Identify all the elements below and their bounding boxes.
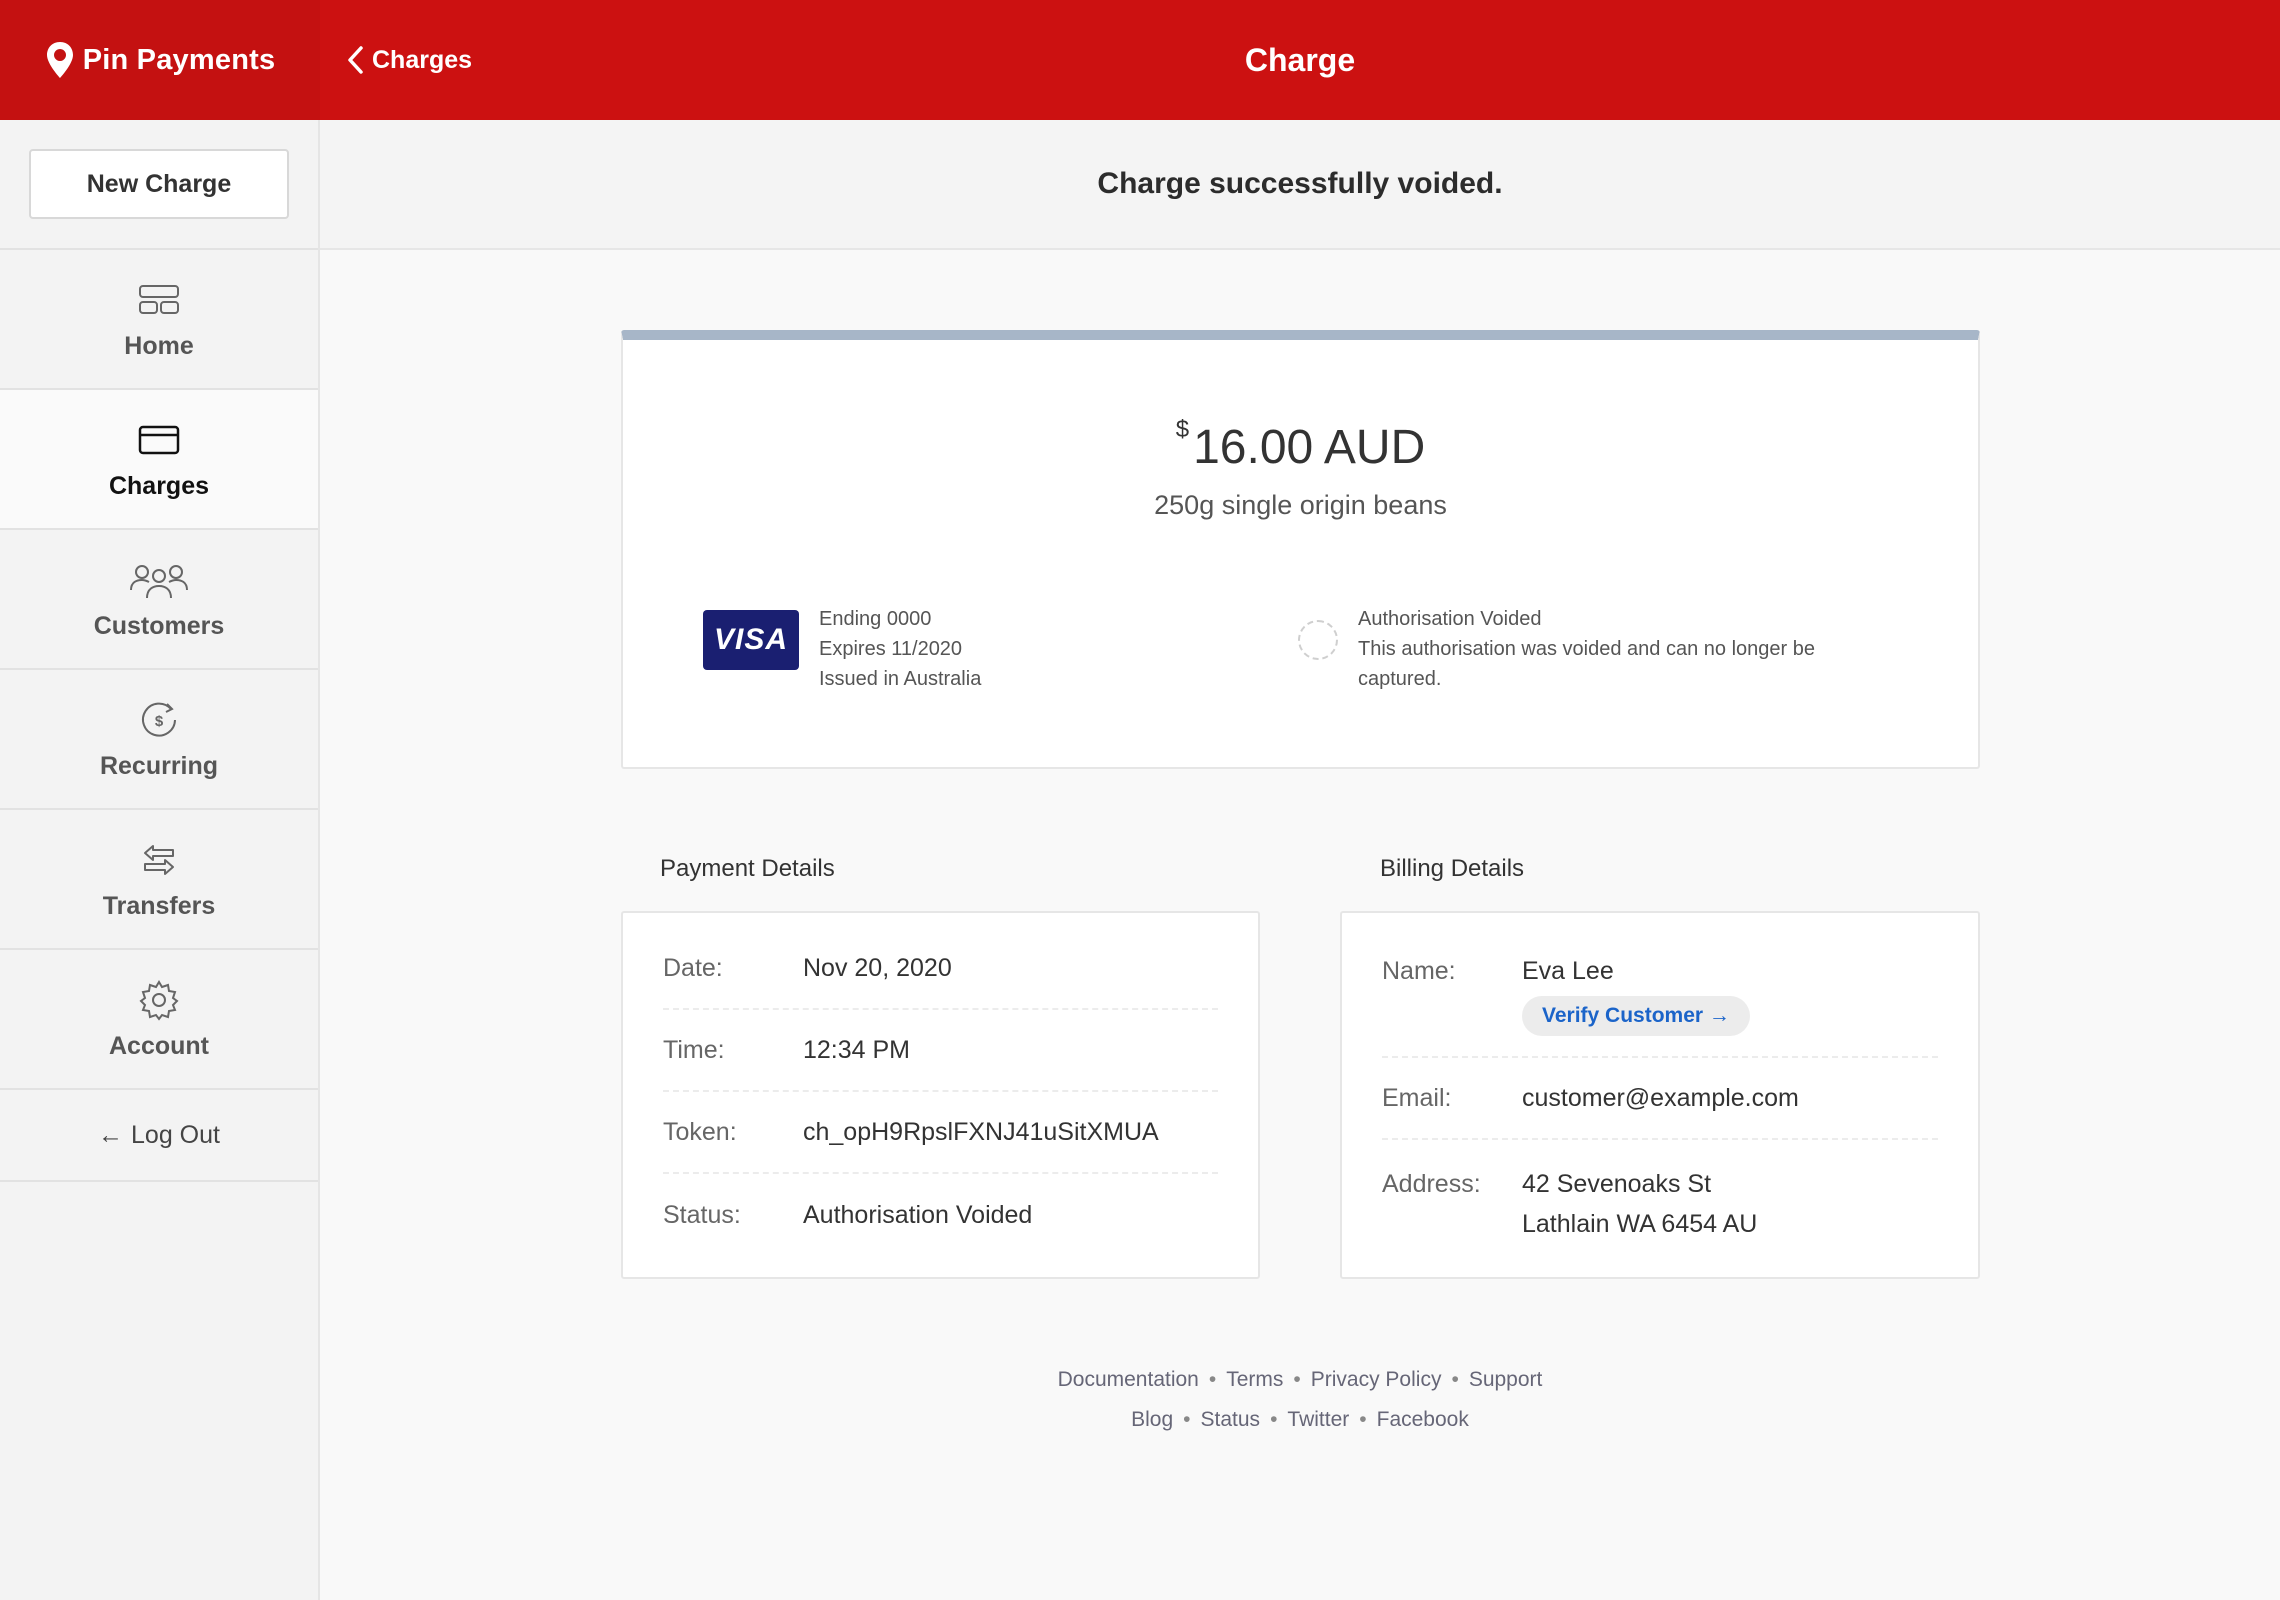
recurring-icon: $ — [142, 702, 176, 737]
svg-text:$: $ — [155, 713, 164, 730]
billing-row-address: Address: 42 Sevenoaks St Lathlain WA 645… — [1382, 1140, 1938, 1244]
footer: Documentation • Terms • Privacy Policy • Suppo… — [320, 1360, 2280, 1440]
brand-name: Pin Payments — [82, 43, 276, 76]
detail-label: Status: — [663, 1200, 741, 1229]
status-message: This authorisation was voided and can no… — [1358, 638, 1815, 690]
logout-label: Log Out — [131, 1120, 220, 1149]
sidebar-item-label: Customers — [93, 611, 225, 640]
footer-link-terms[interactable]: Terms — [1226, 1368, 1283, 1391]
card-ending: Ending 0000 — [819, 608, 932, 630]
billing-row-name: Name: Eva Lee Verify Customer → — [1382, 913, 1938, 1058]
charge-amount: $16.00 AUD — [623, 416, 1978, 475]
charge-description: 250g single origin beans — [1154, 490, 1447, 520]
footer-link-status[interactable]: Status — [1201, 1408, 1261, 1431]
detail-row-time: Time: 12:34 PM — [663, 1010, 1218, 1092]
detail-row-token: Token: ch_opH9RpslFXNJ41uSitXMUA — [663, 1092, 1218, 1174]
detail-label: Time: — [663, 1035, 725, 1064]
sidebar-item-label: Transfers — [102, 891, 216, 920]
sidebar-item-label: Account — [109, 1031, 209, 1060]
back-link-label: Charges — [372, 45, 473, 74]
detail-value: Authorisation Voided — [803, 1200, 1033, 1229]
customers-icon — [130, 564, 188, 598]
detail-value: ch_opH9RpslFXNJ41uSitXMUA — [803, 1117, 1159, 1146]
address-line-1: 42 Sevenoaks St — [1522, 1170, 1712, 1198]
success-notice: Charge successfully voided. — [320, 120, 2280, 250]
footer-link-twitter[interactable]: Twitter — [1287, 1408, 1349, 1431]
footer-link-privacy-policy[interactable]: Privacy Policy — [1311, 1368, 1442, 1391]
billing-row-email: Email: customer@example.com — [1382, 1058, 1938, 1140]
transfers-icon — [144, 844, 174, 875]
charge-status-info: Authorisation Voided This authorisation … — [1298, 604, 1878, 694]
footer-link-facebook[interactable]: Facebook — [1377, 1408, 1469, 1431]
customer-name: Eva Lee — [1522, 957, 1614, 985]
new-charge-area: New Charge — [0, 120, 318, 250]
footer-link-documentation[interactable]: Documentation — [1058, 1368, 1199, 1391]
sidebar-item-customers[interactable]: Customers — [0, 530, 318, 670]
top-bar: Charges Charge — [320, 0, 2280, 120]
billing-details-card: Name: Eva Lee Verify Customer → Email: c… — [1340, 911, 1980, 1279]
sidebar-item-home[interactable]: Home — [0, 250, 318, 390]
amount-value: 16.00 AUD — [1193, 421, 1426, 474]
pin-icon — [46, 42, 73, 78]
sidebar-item-transfers[interactable]: Transfers — [0, 810, 318, 950]
payment-details-card: Date: Nov 20, 2020 Time: 12:34 PM Token:… — [621, 911, 1260, 1279]
page-title: Charge — [1244, 42, 1356, 78]
sidebar-item-account[interactable]: Account — [0, 950, 318, 1090]
arrow-left-icon: ← — [98, 1120, 124, 1149]
customer-email-link[interactable]: customer@example.com — [1522, 1084, 1799, 1113]
voided-status-icon — [1298, 620, 1338, 660]
new-charge-button[interactable]: New Charge — [29, 149, 289, 219]
billing-details-title: Billing Details — [1380, 855, 1525, 882]
sidebar-item-recurring[interactable]: $ Recurring — [0, 670, 318, 810]
charge-summary-card: $16.00 AUD 250g single origin beans VISA… — [621, 330, 1980, 769]
sidebar-item-label: Recurring — [99, 751, 219, 780]
billing-label: Email: — [1382, 1083, 1452, 1112]
verify-customer-button[interactable]: Verify Customer → — [1522, 996, 1750, 1036]
chevron-left-icon — [348, 46, 363, 74]
detail-row-status: Status: Authorisation Voided — [663, 1174, 1218, 1256]
detail-value: Nov 20, 2020 — [803, 953, 952, 982]
back-to-charges-link[interactable]: Charges — [346, 0, 472, 120]
footer-link-support[interactable]: Support — [1469, 1368, 1543, 1391]
status-title: Authorisation Voided — [1358, 608, 1542, 630]
sidebar-item-label: Charges — [108, 471, 210, 500]
detail-value: 12:34 PM — [803, 1035, 911, 1064]
gear-icon — [139, 979, 179, 1021]
address-line-2: Lathlain WA 6454 AU — [1522, 1210, 1758, 1238]
home-icon — [139, 284, 179, 314]
logout-link[interactable]: ← Log Out — [0, 1090, 318, 1182]
brand-logo[interactable]: Pin Payments — [0, 0, 320, 120]
card-icon — [138, 425, 180, 454]
footer-row-2: Blog • Status • Twitter • Facebook — [1131, 1408, 1469, 1431]
detail-label: Date: — [663, 953, 723, 982]
card-issued: Issued in Australia — [819, 668, 982, 690]
footer-link-blog[interactable]: Blog — [1131, 1408, 1173, 1431]
footer-row-1: Documentation • Terms • Privacy Policy • Suppo… — [1057, 1368, 1543, 1391]
detail-label: Token: — [663, 1117, 737, 1146]
card-expiry: Expires 11/2020 — [819, 638, 963, 660]
billing-label: Name: — [1382, 957, 1456, 985]
sidebar-item-charges[interactable]: Charges — [0, 390, 318, 530]
sidebar-item-label: Home — [124, 331, 194, 360]
payment-details-title: Payment Details — [660, 855, 835, 882]
billing-label: Address: — [1382, 1170, 1481, 1198]
visa-card-icon: VISA — [703, 610, 799, 670]
sidebar: New Charge Home Charges Customers $ Recu… — [0, 120, 320, 1600]
detail-row-date: Date: Nov 20, 2020 — [663, 928, 1218, 1010]
card-info: VISA Ending 0000 Expires 11/2020 Issued … — [703, 604, 981, 694]
currency-symbol: $ — [1175, 416, 1190, 443]
